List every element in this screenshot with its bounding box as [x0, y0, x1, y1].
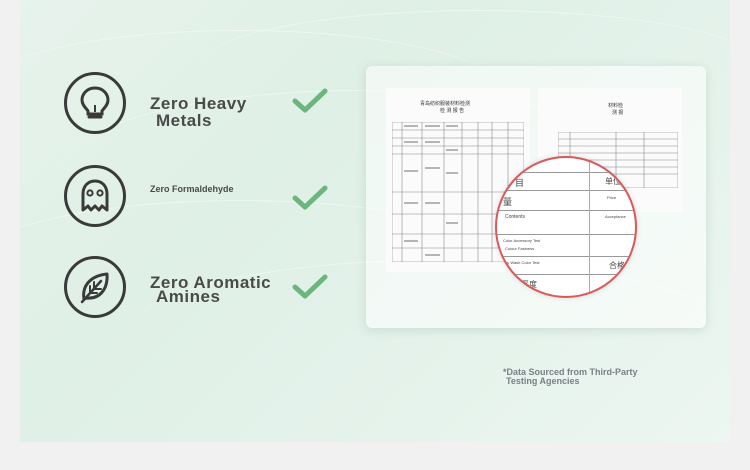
magnifier-line [497, 210, 635, 211]
magnifier-text: 目 [515, 178, 525, 188]
magnifier-line [497, 274, 635, 275]
footnote-line2: Testing Agencies [506, 376, 580, 386]
feature-aromatic-amines: Zero Aromatic Amines [64, 256, 364, 326]
magnifier-text: Color Accessory Test [503, 238, 541, 243]
lightbulb-icon [64, 72, 126, 134]
magnifier-column [589, 158, 590, 296]
ghost-icon [64, 165, 126, 227]
magnifier-text: 量 [503, 197, 513, 207]
report-title: 青岛纺织服装材料检测 [420, 101, 471, 107]
magnifier-text: 单位 [605, 177, 621, 186]
leaf-icon [64, 256, 126, 318]
magnifier-line [497, 172, 635, 173]
feature-label-line1: Zero Formaldehyde [150, 184, 234, 194]
test-report-frame: 青岛纺织服装材料检测 检 测 报 告 材料检 测 报 目 单位 量 Price … [366, 66, 706, 328]
feature-formaldehyde: Zero Formaldehyde [64, 165, 364, 235]
feature-heavy-metals: Zero Heavy Metals [64, 72, 364, 142]
magnifier-text: Dry Wash Color Test [503, 260, 540, 265]
data-source-footnote: *Data Sourced from Third-Party Testing A… [503, 368, 638, 386]
magnifier-line [497, 234, 635, 235]
checkmark-icon [292, 274, 328, 299]
magnifier-text: Colour Fastness [505, 246, 535, 251]
magnifier-text: 平度 [521, 280, 537, 289]
stage: Zero Heavy Metals Zero Formaldehyde Zero… [0, 0, 750, 470]
report-subtitle: 检 测 报 告 [440, 108, 465, 114]
magnifier-circle: 目 单位 量 Price Contents Acceptance Color A… [495, 156, 637, 298]
magnifier-text: Acceptance [605, 214, 626, 219]
magnifier-text: Contents [505, 214, 526, 220]
feature-label-line2: Amines [156, 287, 221, 306]
magnifier-line [497, 190, 635, 191]
report-title: 材料检 [608, 103, 624, 109]
checkmark-icon [292, 88, 328, 113]
feature-label: Zero Formaldehyde [150, 181, 234, 198]
feature-label-line1: Zero Heavy [150, 94, 247, 113]
report-subtitle: 测 报 [612, 110, 624, 116]
feature-label: Zero Heavy Metals [150, 95, 247, 129]
magnifier-line [497, 256, 635, 257]
feature-label: Zero Aromatic Amines [150, 274, 271, 306]
magnifier-text: Price [607, 195, 617, 200]
checkmark-icon [292, 185, 328, 210]
magnifier-text: 合格 [609, 261, 625, 270]
feature-label-line2: Metals [156, 111, 212, 130]
